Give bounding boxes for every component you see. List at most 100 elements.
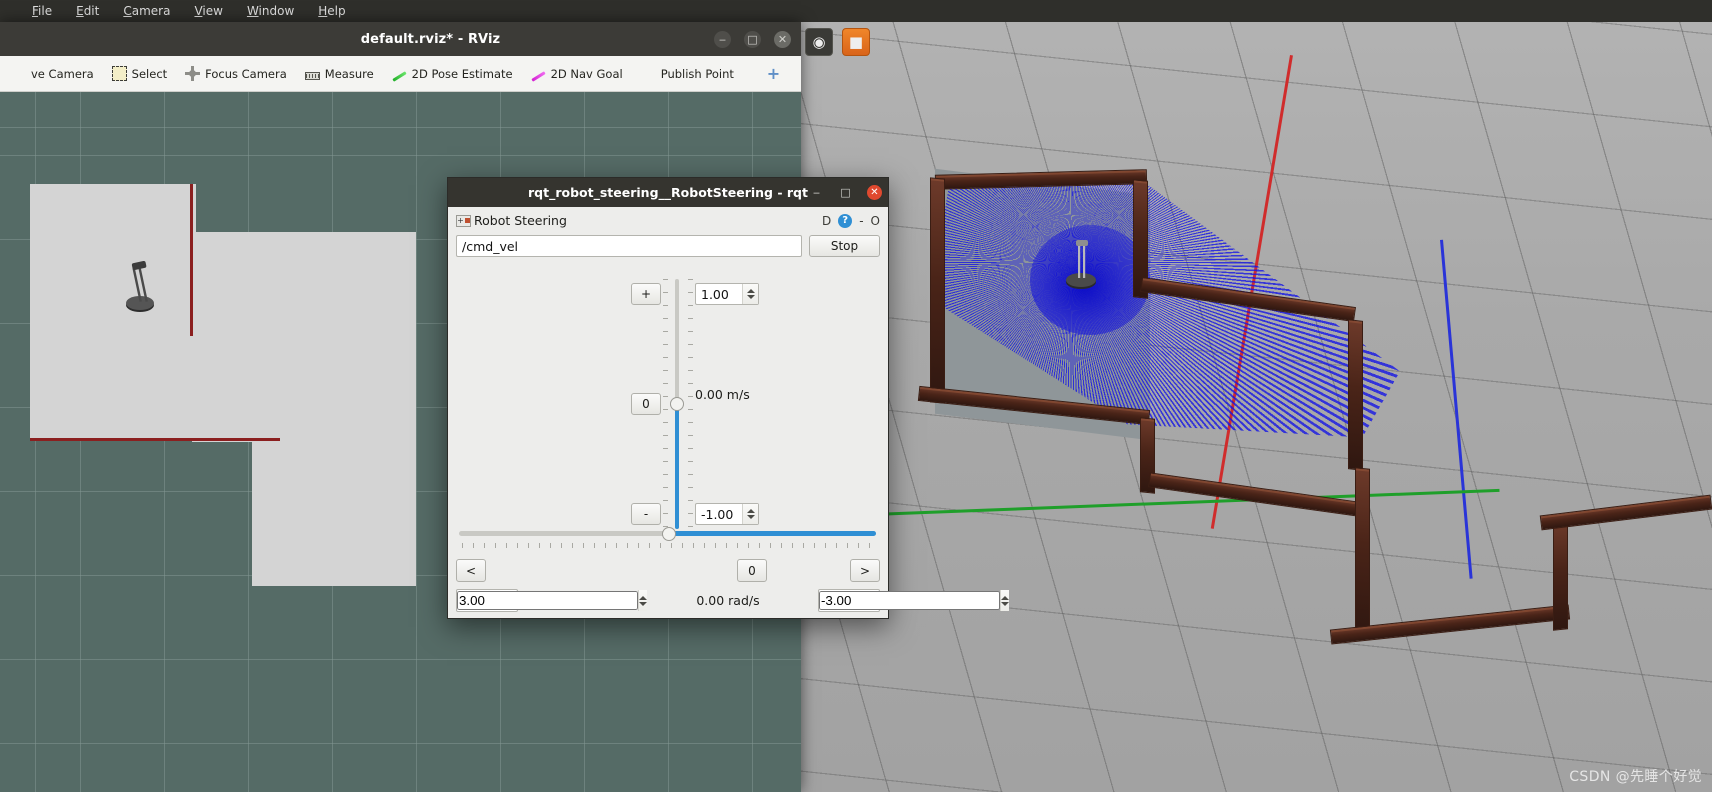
tool-focus-camera[interactable]: Focus Camera	[176, 60, 296, 88]
linear-max-spinbox[interactable]	[695, 283, 759, 305]
wall-segment	[1147, 472, 1361, 517]
angular-max-stepper[interactable]	[638, 590, 647, 611]
watermark: CSDN @先睡个好觉	[1569, 769, 1702, 785]
menu-camera[interactable]: Camera	[111, 2, 182, 20]
angular-slider-handle[interactable]	[662, 527, 676, 541]
angular-min-input[interactable]	[818, 591, 1000, 610]
angular-zero-button[interactable]: 0	[737, 559, 767, 582]
wall-segment	[1355, 467, 1370, 637]
nav-goal-icon	[530, 71, 546, 82]
rqt-window-buttons[interactable]: ‒ □ ✕	[809, 178, 882, 207]
tool-2d-pose-estimate[interactable]: 2D Pose Estimate	[383, 60, 522, 88]
map-wall	[190, 184, 193, 336]
rviz-robot-model	[126, 260, 154, 312]
move-camera-icon	[11, 66, 26, 81]
remove-tool-icon: −	[799, 66, 801, 82]
map-region	[192, 232, 416, 442]
menu-window[interactable]: Window	[235, 2, 306, 20]
angular-left-button[interactable]: <	[456, 559, 486, 582]
angular-limits-row: 0.00 rad/s	[456, 589, 1009, 612]
tool-publish-point-label: Publish Point	[660, 66, 734, 81]
rviz-titlebar[interactable]: default.rviz* - RViz ‒ □ ✕	[0, 22, 801, 56]
map-region	[30, 184, 196, 334]
rqt-titlebar[interactable]: rqt_robot_steering__RobotSteering - rqt …	[448, 178, 888, 207]
add-tool-icon: +	[766, 64, 781, 83]
menu-window-label: indow	[258, 4, 295, 18]
gazebo-icon[interactable]: ■	[842, 28, 870, 56]
linear-zero-button[interactable]: 0	[631, 393, 661, 415]
linear-slider-ticks-right	[688, 279, 693, 529]
linear-max-input[interactable]	[696, 286, 742, 302]
rviz-toolbar[interactable]: ve Camera Select Focus Camera Measure 2D…	[0, 56, 801, 92]
angular-button-row: < 0 >	[456, 559, 880, 582]
angular-min-spinbox[interactable]	[817, 589, 1009, 612]
map-region	[252, 422, 416, 586]
angular-velocity-readout: 0.00 rad/s	[696, 593, 760, 608]
linear-increase-button[interactable]: +	[631, 283, 661, 305]
rviz-close-button[interactable]: ✕	[774, 30, 791, 48]
panel-dock-icon[interactable]: D	[822, 214, 831, 228]
linear-slider-fill	[675, 404, 679, 529]
rqt-body: + Robot Steering D ? - O Stop + 0 -	[448, 207, 1009, 618]
tool-publish-point[interactable]: Publish Point	[632, 60, 743, 88]
angular-slider[interactable]	[456, 525, 880, 551]
global-menubar[interactable]: File Edit Camera View Window Help	[0, 0, 1712, 22]
menu-help[interactable]: Help	[306, 2, 357, 20]
menu-edit[interactable]: Edit	[64, 2, 111, 20]
linear-decrease-button[interactable]: -	[631, 503, 661, 525]
publish-point-icon	[641, 66, 656, 81]
rqt-minimize-button[interactable]: ‒	[809, 185, 824, 200]
linear-max-stepper[interactable]	[742, 284, 758, 304]
wall-segment	[930, 177, 945, 404]
rviz-minimize-button[interactable]: ‒	[714, 30, 731, 48]
tool-2d-nav-goal[interactable]: 2D Nav Goal	[522, 60, 632, 88]
angular-max-spinbox[interactable]	[456, 589, 647, 612]
angular-min-stepper[interactable]	[999, 590, 1009, 611]
linear-slider-ticks-left	[663, 279, 668, 529]
menu-view[interactable]: View	[182, 2, 234, 20]
topic-row: Stop	[456, 235, 880, 257]
panel-close-icon[interactable]: O	[871, 214, 880, 228]
menu-file[interactable]: File	[20, 2, 64, 20]
rqt-panel-controls[interactable]: D ? - O	[822, 213, 880, 228]
angular-right-button[interactable]: >	[850, 559, 880, 582]
tool-move-camera[interactable]: ve Camera	[2, 60, 103, 88]
tool-move-camera-label: ve Camera	[31, 66, 94, 81]
tool-remove[interactable]: −	[790, 60, 801, 88]
angular-max-input[interactable]	[457, 591, 638, 610]
rqt-maximize-button[interactable]: □	[838, 185, 853, 200]
panel-pin-icon[interactable]: +	[456, 214, 471, 227]
rviz-window-title: default.rviz* - RViz	[360, 31, 501, 47]
cmd-vel-topic-input[interactable]	[456, 235, 802, 257]
panel-help-icon[interactable]: ?	[838, 213, 853, 228]
rqt-robot-steering-dialog[interactable]: rqt_robot_steering__RobotSteering - rqt …	[447, 177, 1009, 619]
tool-2d-nav-goal-label: 2D Nav Goal	[550, 66, 623, 81]
stop-button[interactable]: Stop	[809, 235, 880, 257]
tool-add[interactable]: +	[757, 60, 790, 88]
angular-slider-fill	[669, 531, 876, 536]
rviz-maximize-button[interactable]: □	[744, 30, 761, 48]
wall-segment	[1553, 519, 1568, 631]
menu-edit-label: dit	[83, 4, 100, 18]
linear-slider-handle[interactable]	[670, 397, 684, 411]
wall-segment	[1348, 319, 1363, 471]
rqt-window-title: rqt_robot_steering__RobotSteering - rqt	[528, 185, 808, 200]
rviz-window-buttons[interactable]: ‒ □ ✕	[714, 22, 791, 56]
tool-2d-pose-estimate-label: 2D Pose Estimate	[411, 66, 513, 81]
taskbar-launcher[interactable]: ◉ ■	[805, 24, 905, 60]
menu-help-label: elp	[327, 4, 346, 18]
linear-min-spinbox[interactable]	[695, 503, 759, 525]
linear-min-stepper[interactable]	[742, 504, 758, 524]
pose-estimate-icon	[392, 71, 407, 82]
linear-min-input[interactable]	[696, 506, 742, 522]
tool-measure-label: Measure	[324, 66, 374, 81]
panel-float-icon[interactable]: -	[859, 214, 863, 228]
rqt-close-button[interactable]: ✕	[867, 185, 882, 200]
rqt-panel-header: + Robot Steering D ? - O	[456, 212, 880, 229]
measure-icon	[304, 71, 320, 80]
tool-measure[interactable]: Measure	[296, 60, 383, 88]
ros-icon[interactable]: ◉	[805, 28, 833, 56]
linear-velocity-area: + 0 - 0.00 m/s	[456, 267, 880, 529]
tool-select[interactable]: Select	[103, 60, 176, 88]
menu-file-label: ile	[38, 4, 53, 18]
